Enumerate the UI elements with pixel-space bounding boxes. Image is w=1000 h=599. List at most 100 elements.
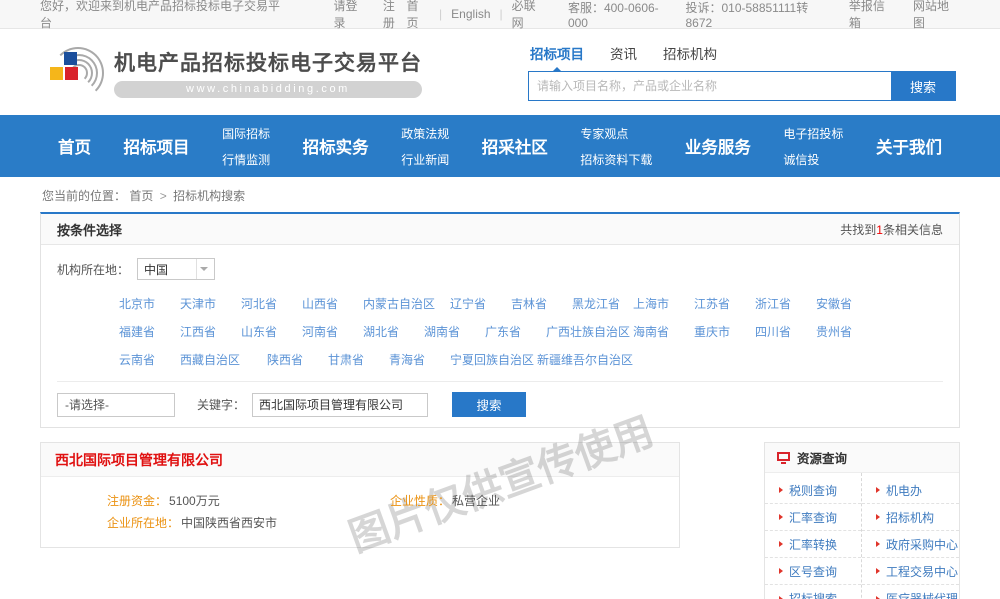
header-search-input[interactable] [529, 72, 891, 100]
province-link[interactable]: 云南省 [119, 351, 180, 368]
province-link[interactable]: 黑龙江省 [572, 295, 633, 312]
province-link[interactable]: 广西壮族自治区 [546, 323, 633, 340]
header-search-button[interactable]: 搜索 [891, 72, 955, 100]
sidebar-item-engineering-exchange-center[interactable]: 工程交易中心 [862, 558, 959, 585]
province-link[interactable]: 海南省 [633, 323, 694, 340]
nav-sublabel-market-monitor[interactable]: 行情监测 [222, 151, 270, 168]
resource-query-title: 资源查询 [797, 448, 847, 467]
search-tab-news[interactable]: 资讯 [610, 43, 637, 65]
registered-capital: 注册资金： 5100万元 [55, 492, 390, 509]
province-link[interactable]: 福建省 [119, 323, 180, 340]
province-link[interactable]: 山东省 [241, 323, 302, 340]
register-link[interactable]: 注册 [383, 0, 407, 31]
nav-sublabel-international-bidding[interactable]: 国际招标 [222, 125, 270, 142]
filter-search-button[interactable]: 搜索 [452, 392, 526, 417]
resource-query-header: 资源查询 [765, 443, 959, 473]
province-link[interactable]: 辽宁省 [450, 295, 511, 312]
sidebar-item-exchange-rate-convert[interactable]: 汇率转换 [765, 531, 861, 558]
province-link[interactable]: 陕西省 [267, 351, 328, 368]
nav-sublabel-expert-opinion[interactable]: 专家观点 [580, 125, 652, 142]
category-select-value: -请选择- [65, 396, 109, 413]
province-link[interactable]: 内蒙古自治区 [363, 295, 450, 312]
nav-item-international-group[interactable]: 国际招标 行情监测 [222, 125, 270, 168]
province-link[interactable]: 湖北省 [363, 323, 424, 340]
sidebar-item-bidding-search[interactable]: 招标搜索 [765, 585, 861, 599]
bilian-link[interactable]: 必联网 [512, 0, 547, 31]
province-link[interactable]: 北京市 [119, 295, 180, 312]
breadcrumb-home[interactable]: 首页 [129, 189, 153, 203]
province-link[interactable]: 天津市 [180, 295, 241, 312]
search-tab-projects[interactable]: 招标项目 [530, 43, 584, 65]
arrow-right-icon [876, 487, 880, 493]
sidebar-item-area-code-query[interactable]: 区号查询 [765, 558, 861, 585]
province-link[interactable]: 重庆市 [694, 323, 755, 340]
sidebar-item-tax-query[interactable]: 税则查询 [765, 477, 861, 504]
province-link[interactable]: 甘肃省 [328, 351, 389, 368]
province-link[interactable]: 广东省 [485, 323, 546, 340]
nav-sublabel-electronic-bidding[interactable]: 电子招投标 [783, 125, 843, 142]
province-link[interactable]: 新疆维吾尔自治区 [537, 351, 624, 368]
separator: | [500, 7, 503, 21]
province-link[interactable]: 河南省 [302, 323, 363, 340]
province-link[interactable]: 吉林省 [511, 295, 572, 312]
nav-item-expert-group[interactable]: 专家观点 招标资料下载 [580, 125, 652, 168]
topbar-home-link[interactable]: 首页 [407, 0, 431, 31]
company-nature: 企业性质： 私营企业 [390, 492, 650, 509]
nav-item-home[interactable]: 首页 [58, 134, 91, 158]
nav-sublabel-material-download[interactable]: 招标资料下载 [580, 151, 652, 168]
nav-item-bidding-projects[interactable]: 招标项目 [124, 134, 190, 158]
english-link[interactable]: English [451, 7, 490, 21]
content-area: 图片仅供宣传使用 西北国际项目管理有限公司 注册资金： 5100万元 企业性质：… [40, 442, 960, 599]
nav-item-bidding-practice[interactable]: 招标实务 [303, 134, 369, 158]
nav-item-ebidding-group[interactable]: 电子招投标 诚信投 [783, 125, 843, 168]
report-mailbox-link[interactable]: 举报信箱 [849, 0, 896, 31]
search-tab-agencies[interactable]: 招标机构 [663, 43, 717, 65]
arrow-right-icon [779, 541, 783, 547]
province-link[interactable]: 四川省 [755, 323, 816, 340]
nav-item-business-services[interactable]: 业务服务 [685, 134, 751, 158]
sidebar-item-exchange-rate-query[interactable]: 汇率查询 [765, 504, 861, 531]
province-link[interactable]: 浙江省 [755, 295, 816, 312]
province-link[interactable]: 江西省 [180, 323, 241, 340]
keyword-input[interactable] [252, 393, 428, 417]
province-link[interactable]: 江苏省 [694, 295, 755, 312]
sidebar-item-label: 招标搜索 [789, 590, 837, 599]
province-link[interactable]: 上海市 [633, 295, 694, 312]
province-link[interactable]: 山西省 [302, 295, 363, 312]
sidebar-item-electromechanical-office[interactable]: 机电办 [862, 477, 959, 504]
region-select[interactable]: 中国 [137, 258, 215, 280]
arrow-right-icon [876, 541, 880, 547]
nav-sublabel-credit-bidding[interactable]: 诚信投 [783, 151, 843, 168]
nav-item-community[interactable]: 招采社区 [482, 134, 548, 158]
arrow-right-icon [876, 568, 880, 574]
site-logo[interactable]: 机电产品招标投标电子交易平台 www.chinabidding.com [40, 47, 422, 98]
result-company-name[interactable]: 西北国际项目管理有限公司 [55, 450, 223, 470]
province-link[interactable]: 河北省 [241, 295, 302, 312]
province-link[interactable]: 安徽省 [816, 295, 877, 312]
arrow-right-icon [779, 487, 783, 493]
nav-sublabel-industry-news[interactable]: 行业新闻 [401, 151, 449, 168]
province-link[interactable]: 贵州省 [816, 323, 877, 340]
result-item-body: 注册资金： 5100万元 企业性质： 私营企业 企业所在地： 中国陕西省西安市 [41, 477, 679, 547]
category-select[interactable]: -请选择- [57, 393, 175, 417]
sidebar-item-medical-device-agent[interactable]: 医疗器械代理 [862, 585, 959, 599]
province-link[interactable]: 湖南省 [424, 323, 485, 340]
sidebar-item-label: 工程交易中心 [886, 563, 958, 580]
nav-item-policy-group[interactable]: 政策法规 行业新闻 [401, 125, 449, 168]
province-link[interactable]: 青海省 [389, 351, 450, 368]
header-search: 招标项目 资讯 招标机构 搜索 [528, 43, 960, 101]
province-link[interactable]: 宁夏回族自治区 [450, 351, 537, 368]
greeting-text: 您好，欢迎来到机电产品招标投标电子交易平台 [40, 0, 288, 31]
sitemap-link[interactable]: 网站地图 [913, 0, 960, 31]
sidebar-item-label: 招标机构 [886, 509, 934, 526]
login-link[interactable]: 请登录 [334, 0, 369, 31]
breadcrumb-prefix: 您当前的位置： [42, 189, 126, 203]
customer-service-phone: 客服：400-0606-000 [568, 0, 677, 30]
filter-panel: 按条件选择 共找到1条相关信息 机构所在地： 中国 北京市 天津市 河北省 山西… [40, 212, 960, 428]
nav-sublabel-policy-regulations[interactable]: 政策法规 [401, 125, 449, 142]
province-link[interactable]: 西藏自治区 [180, 351, 267, 368]
sidebar-item-bidding-agency[interactable]: 招标机构 [862, 504, 959, 531]
sidebar-item-gov-procurement-center[interactable]: 政府采购中心 [862, 531, 959, 558]
company-nature-value: 私营企业 [452, 492, 500, 509]
nav-item-about-us[interactable]: 关于我们 [876, 134, 942, 158]
